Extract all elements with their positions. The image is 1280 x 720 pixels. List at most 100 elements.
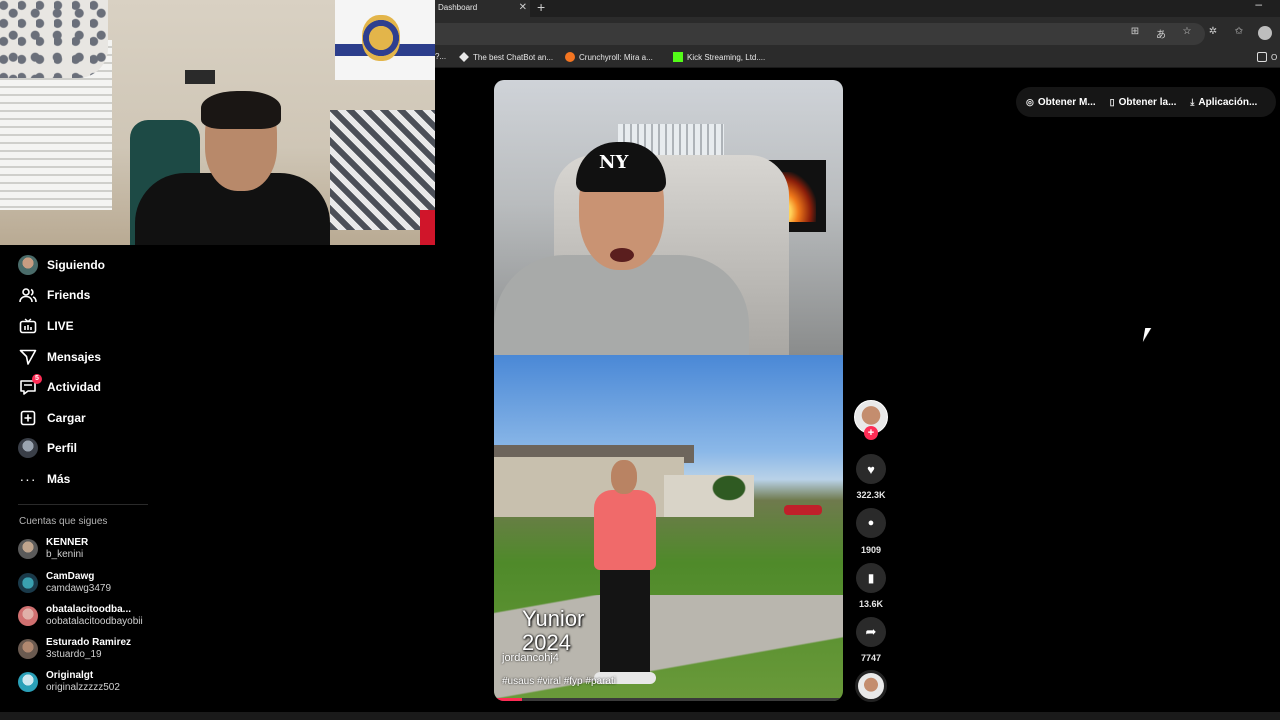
account-name: CamDawg [46, 571, 95, 582]
send-icon [18, 347, 38, 367]
video-player[interactable]: NY Yunior 2024 jordancohj4 #usaus #viral… [494, 80, 843, 701]
like-button[interactable]: ♥ [856, 454, 886, 484]
star-icon[interactable]: ☆ [1180, 26, 1194, 41]
favorites-icon[interactable]: ✩ [1232, 26, 1246, 41]
get-coins-button[interactable]: ◎ Obtener M... [1026, 97, 1096, 108]
crunchyroll-icon [565, 52, 575, 62]
sidebar-item-label: Cargar [47, 411, 86, 425]
taskbar-strip [0, 712, 1280, 720]
account-name: KENNER [46, 537, 89, 548]
avatar [18, 255, 38, 275]
bookmarks-bar: ?... The best ChatBot an... Crunchyroll:… [435, 47, 1280, 68]
follow-plus-icon[interactable]: + [864, 426, 878, 440]
sidebar-item-mas[interactable]: ··· Más [18, 469, 71, 489]
sidebar-item-label: Mensajes [47, 350, 102, 364]
bookmark-item[interactable]: Kick Streaming, Ltd.... [673, 52, 765, 62]
webcam-overlay [0, 0, 435, 245]
tab-title: Dashboard [438, 3, 478, 12]
account-handle: oobatalacitoodbayobii [46, 616, 143, 627]
phone-icon: ▯ [1109, 96, 1115, 107]
sidebar-item-label: Perfil [47, 441, 78, 455]
window-minimize-icon[interactable]: – [1255, 0, 1262, 11]
video-progress-bar[interactable] [494, 698, 843, 701]
upload-plus-icon [18, 408, 38, 428]
bookmark-folder[interactable]: O [1257, 52, 1277, 62]
followed-account[interactable]: Esturado Ramirez 3stuardo_19 [18, 637, 131, 661]
toolbar-icons: ⊞ あ ☆ ✲ ✩ [1128, 26, 1272, 41]
url-input[interactable] [435, 23, 1205, 45]
sidebar-item-live[interactable]: LIVE [18, 316, 74, 336]
download-icon: ⤓ [1190, 96, 1195, 107]
browser-tab[interactable]: Dashboard ✕ [435, 0, 530, 17]
sidebar-item-friends[interactable]: Friends [18, 285, 90, 305]
get-app-button[interactable]: ▯ Obtener la... [1110, 97, 1177, 108]
comment-button[interactable]: ● [856, 508, 886, 538]
left-sidebar: Siguiendo Friends LIVE Mensajes 5 Activi… [0, 245, 435, 715]
account-handle: camdawg3479 [46, 583, 112, 594]
diamond-icon [459, 52, 469, 62]
music-disc[interactable] [855, 670, 887, 702]
app-install-icon[interactable]: ⊞ [1128, 26, 1142, 41]
kick-icon [673, 52, 683, 62]
sidebar-item-label: LIVE [47, 319, 74, 333]
sidebar-item-perfil[interactable]: Perfil [18, 438, 77, 458]
sidebar-item-label: Más [47, 472, 71, 486]
browser-tab-bar: Dashboard ✕ + – [435, 0, 1280, 17]
heart-icon: ♥ [867, 461, 875, 477]
sidebar-item-label: Actividad [47, 380, 102, 394]
sidebar-item-mensajes[interactable]: Mensajes [18, 347, 101, 367]
cap-logo: NY [599, 152, 629, 173]
new-tab-icon[interactable]: + [537, 0, 545, 15]
followed-account[interactable]: CamDawg camdawg3479 [18, 571, 111, 595]
download-app-button[interactable]: ⤓ Aplicación... [1190, 97, 1257, 108]
share-count: 7747 [860, 653, 882, 663]
account-name: Esturado Ramirez [46, 637, 132, 648]
mouse-cursor-icon [1142, 328, 1152, 342]
tab-close-icon[interactable]: ✕ [519, 0, 527, 15]
avatar [18, 573, 38, 593]
followed-account[interactable]: obatalacitoodba... oobatalacitoodbayobii [18, 604, 143, 628]
sidebar-item-actividad[interactable]: 5 Actividad [18, 374, 102, 397]
translate-icon[interactable]: あ [1154, 26, 1168, 41]
share-button[interactable]: ➦ [856, 617, 886, 647]
share-icon: ➦ [865, 624, 877, 639]
bookmark-item[interactable]: Crunchyroll: Mira a... [565, 52, 653, 62]
sidebar-item-label: Siguiendo [47, 258, 105, 272]
avatar [18, 438, 38, 458]
bookmark-item[interactable]: ?... [435, 52, 446, 61]
followed-account[interactable]: KENNER b_kenini [18, 537, 88, 561]
bookmark-icon: ▮ [867, 571, 875, 585]
coin-icon: ◎ [1026, 96, 1034, 107]
video-progress-fill [494, 698, 522, 701]
followed-account[interactable]: Originalgt originalzzzzz502 [18, 670, 120, 694]
sidebar-item-label: Friends [47, 288, 91, 302]
webcam-crest [362, 15, 400, 61]
account-handle: b_kenini [46, 549, 84, 560]
video-username[interactable]: jordancohj4 [502, 652, 559, 664]
avatar [18, 672, 38, 692]
sidebar-item-cargar[interactable]: Cargar [18, 408, 86, 428]
divider [18, 504, 148, 505]
browser-address-bar: ⊞ あ ☆ ✲ ✩ [435, 17, 1280, 47]
webcam-curtain [0, 0, 108, 78]
comment-count: 1909 [860, 545, 882, 555]
like-count: 322.3K [856, 490, 886, 500]
account-handle: originalzzzzz502 [46, 682, 120, 693]
avatar [18, 639, 38, 659]
friends-icon [18, 285, 38, 305]
notification-badge: 5 [32, 374, 42, 384]
bookmark-item[interactable]: The best ChatBot an... [459, 52, 553, 62]
save-count: 13.6K [858, 599, 884, 609]
activity-icon: 5 [18, 374, 42, 397]
video-hashtags[interactable]: #usaus #viral #fyp #parati [502, 676, 616, 687]
profile-avatar[interactable] [1258, 26, 1272, 40]
live-tv-icon [18, 316, 38, 336]
extensions-icon[interactable]: ✲ [1206, 26, 1220, 41]
video-overlay-title: Yunior 2024 [522, 606, 585, 655]
sidebar-item-siguiendo[interactable]: Siguiendo [18, 255, 105, 275]
save-button[interactable]: ▮ [856, 563, 886, 593]
webcam-cup [420, 210, 435, 245]
webcam-shelf [185, 70, 215, 84]
account-handle: 3stuardo_19 [46, 649, 102, 660]
folder-icon [1257, 52, 1267, 62]
